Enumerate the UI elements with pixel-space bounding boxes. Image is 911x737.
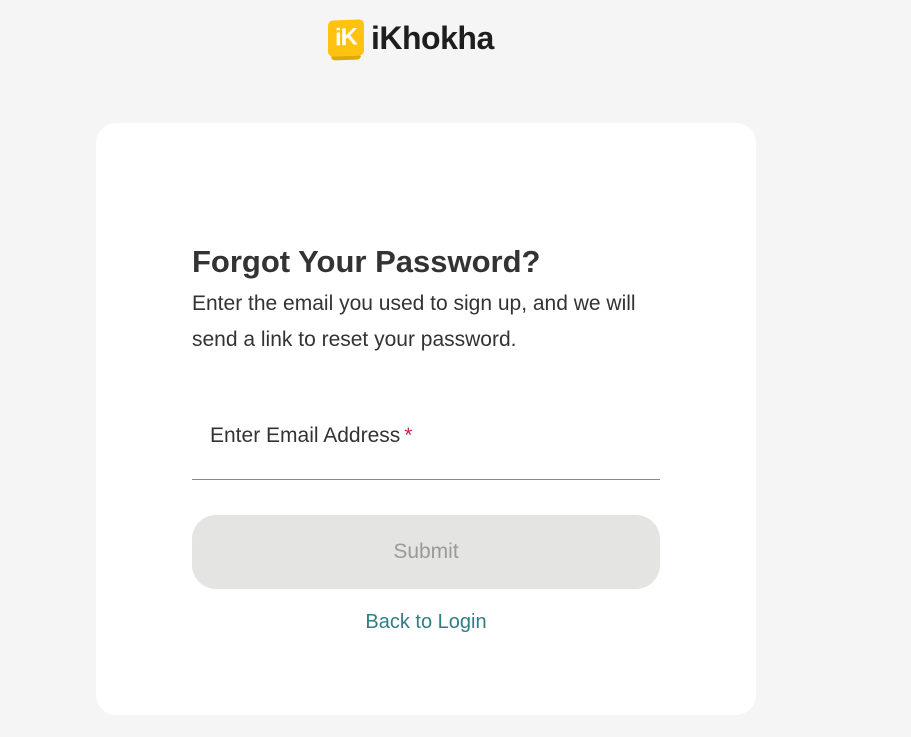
- logo-badge-text: iK: [335, 23, 357, 52]
- logo-wordmark: iKhokha: [371, 19, 494, 56]
- page-title: Forgot Your Password?: [192, 244, 541, 279]
- forgot-password-card: Forgot Your Password? Enter the email yo…: [96, 123, 756, 715]
- email-input[interactable]: [192, 413, 660, 479]
- submit-button[interactable]: Submit: [192, 515, 660, 589]
- email-field[interactable]: Enter Email Address *: [192, 413, 660, 480]
- ikhokha-logo-icon: iK: [328, 19, 364, 57]
- back-to-login-link[interactable]: Back to Login: [192, 611, 660, 634]
- ikhokha-logo: iK iKhokha: [328, 18, 494, 58]
- instructions-text: Enter the email you used to sign up, and…: [192, 292, 636, 351]
